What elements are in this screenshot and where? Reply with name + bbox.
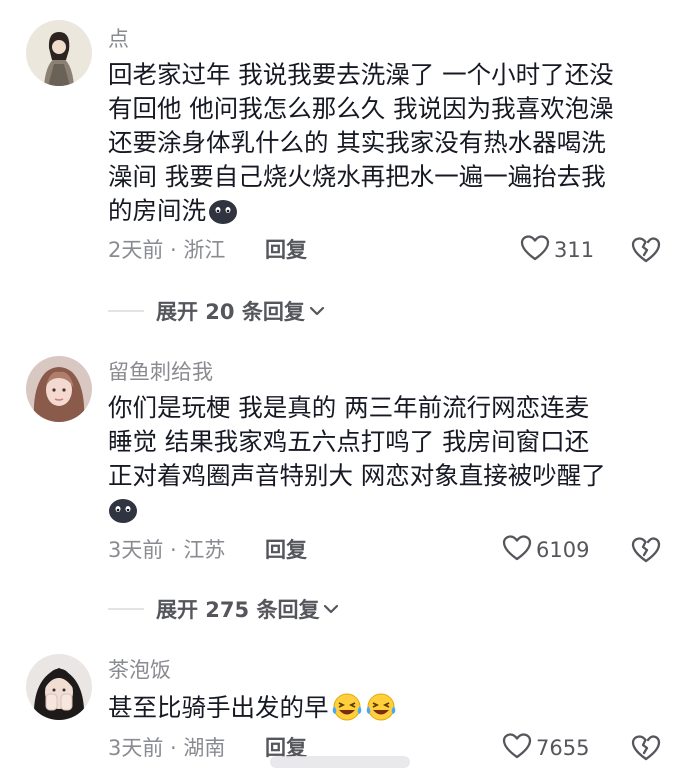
avatar[interactable] [26, 654, 92, 720]
avatar[interactable] [26, 356, 92, 422]
heart-icon [502, 534, 532, 566]
like-button[interactable]: 311 [520, 235, 594, 265]
comment-text: 甚至比骑手出发的早 [108, 691, 668, 731]
like-button[interactable]: 6109 [502, 535, 589, 565]
like-count: 6109 [536, 538, 590, 562]
username[interactable]: 茶泡饭 [108, 657, 171, 683]
avatar[interactable] [26, 20, 92, 86]
broken-heart-icon [630, 237, 662, 269]
comment-text: 回老家过年 我说我要去洗澡了 一个小时了还没 有回他 他问我怎么那么久 我说因为… [108, 58, 668, 234]
expand-replies-label: 展开 275 条回复 [156, 598, 320, 622]
reply-button[interactable]: 回复 [265, 536, 307, 564]
laughing-crying-emoji [365, 692, 397, 731]
dislike-button[interactable] [630, 535, 662, 565]
blurred-watermark [270, 752, 410, 772]
dislike-button[interactable] [630, 235, 662, 265]
comment-text-line: 睡觉 结果我家鸡五六点打鸣了 我房间窗口还 [108, 427, 590, 456]
comment-text-line: 你们是玩梗 我是真的 两三年前流行网恋连麦 [108, 393, 590, 422]
broken-heart-icon [630, 537, 662, 569]
expand-replies-button[interactable]: 展开 20 条回复 [108, 296, 325, 326]
heart-icon [520, 234, 550, 266]
comment-text-line: 有回他 他问我怎么那么久 我说因为我喜欢泡澡 [108, 94, 614, 123]
like-button[interactable]: 7655 [502, 733, 589, 763]
comment-time-location: 2天前 · 浙江 [108, 238, 226, 262]
heart-icon [502, 732, 532, 764]
divider [108, 608, 144, 610]
username[interactable]: 留鱼刺给我 [108, 359, 213, 385]
dislike-button[interactable] [630, 733, 662, 763]
like-count: 7655 [536, 736, 590, 760]
dark-blob-emoji [208, 197, 238, 234]
comment-text-line: 还要涂身体乳什么的 其实我家没有热水器喝洗 [108, 128, 606, 157]
comment-time-location: 3天前 · 湖南 [108, 736, 226, 760]
chevron-down-icon [305, 302, 325, 321]
dark-blob-emoji [108, 496, 138, 533]
comment-text-line: 的房间洗 [108, 196, 206, 225]
laughing-crying-emoji [331, 692, 363, 731]
like-count: 311 [554, 238, 595, 262]
comment-item: 点 回老家过年 我说我要去洗澡了 一个小时了还没 有回他 他问我怎么那么久 我说… [0, 0, 690, 340]
comment-text: 你们是玩梗 我是真的 两三年前流行网恋连麦 睡觉 结果我家鸡五六点打鸣了 我房间… [108, 391, 668, 533]
comment-text-line: 正对着鸡圈声音特别大 网恋对象直接被吵醒了 [108, 461, 606, 490]
comment-text-line: 澡间 我要自己烧火烧水再把水一遍一遍抬去我 [108, 162, 606, 191]
comment-text-line: 甚至比骑手出发的早 [108, 693, 329, 722]
username[interactable]: 点 [108, 26, 129, 52]
reply-button[interactable]: 回复 [265, 236, 307, 264]
comment-text-line: 回老家过年 我说我要去洗澡了 一个小时了还没 [108, 60, 614, 89]
chevron-down-icon [319, 600, 339, 619]
broken-heart-icon [630, 735, 662, 767]
divider [108, 310, 144, 312]
expand-replies-button[interactable]: 展开 275 条回复 [108, 594, 339, 624]
comment-item: 留鱼刺给我 你们是玩梗 我是真的 两三年前流行网恋连麦 睡觉 结果我家鸡五六点打… [0, 340, 690, 640]
expand-replies-label: 展开 20 条回复 [156, 300, 305, 324]
comment-time-location: 3天前 · 江苏 [108, 538, 226, 562]
